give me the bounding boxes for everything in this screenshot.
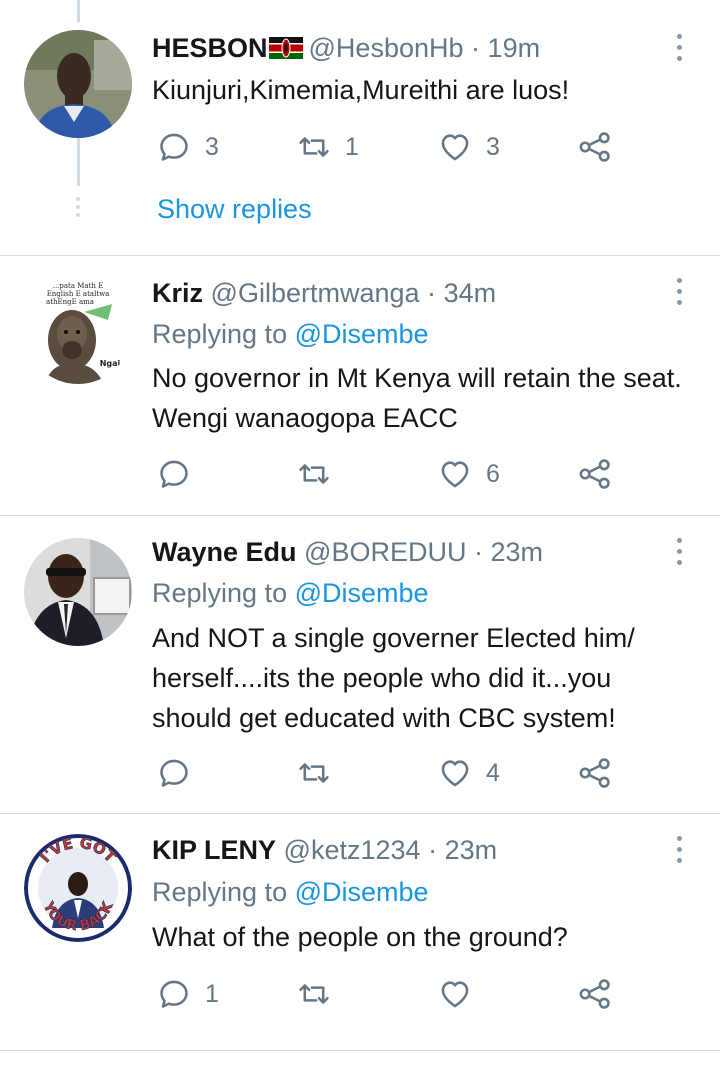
share-icon [579,132,610,162]
share-icon [579,758,610,788]
reply-icon [160,759,188,787]
separator-dot: · [427,278,437,308]
like-count: 4 [486,758,500,787]
more-icon[interactable] [676,278,684,308]
reply-button[interactable] [157,753,205,793]
more-icon[interactable] [676,538,684,568]
retweet-icon [299,984,329,1004]
kenya-flag-icon [268,34,303,59]
avatar-caption-line2: English E ataltwa [47,290,110,298]
avatar[interactable] [24,30,132,138]
separator-dot: · [471,33,481,63]
replying-to: Replying to @Disembe [152,577,429,609]
reply-button[interactable]: 1 [157,974,219,1014]
user-handle[interactable]: @Gilbertmwanga [211,278,420,308]
like-count: 3 [486,132,500,161]
replying-to: Replying to @Disembe [152,318,429,350]
share-button[interactable] [578,753,612,793]
replying-to-label: Replying to [152,877,295,907]
retweet-icon [299,464,329,484]
display-name[interactable]: Wayne Edu [152,537,297,567]
like-icon [441,461,469,488]
like-count: 6 [486,459,500,488]
like-button[interactable] [438,974,486,1014]
retweet-button[interactable]: 1 [297,127,359,167]
mention-link[interactable]: @Disembe [295,877,429,907]
retweet-icon [299,137,329,157]
retweet-button[interactable] [297,454,345,494]
avatar[interactable] [24,538,132,646]
retweet-count: 1 [345,132,359,161]
user-handle[interactable]: @HesbonHb [309,33,464,63]
timestamp[interactable]: 23m [445,835,498,865]
avatar-tag: Ngai [100,359,121,368]
divider [0,1050,720,1051]
reply-button[interactable] [157,454,205,494]
tweet-text: No governor in Mt Kenya will retain the … [152,363,682,433]
tweet-text: What of the people on the ground? [152,922,568,952]
like-icon [441,981,469,1008]
display-name[interactable]: Kriz [152,278,203,308]
more-icon[interactable] [676,836,684,866]
display-name[interactable]: KIP LENY [152,835,276,865]
reply-count: 3 [205,132,219,161]
tweet[interactable]: HESBON @HesbonHb · 19m Kiunjuri,Kimemia,M… [0,0,720,255]
timestamp[interactable]: 23m [491,537,544,567]
tweet-header: HESBON @HesbonHb · 19m [152,32,540,64]
mention-link[interactable]: @Disembe [295,319,429,349]
reply-button[interactable]: 3 [157,127,219,167]
show-replies-link[interactable]: Show replies [157,193,312,225]
tweet-actions: 6 [0,454,720,494]
tweet-actions: 4 [0,753,720,793]
user-handle[interactable]: @BOREDUU [304,537,466,567]
tweet-header: Wayne Edu @BOREDUU · 23m [152,536,543,568]
separator-dot: · [473,537,483,567]
share-button[interactable] [578,454,612,494]
like-icon [441,760,469,787]
avatar[interactable]: I'VE GOT YOUR BACK [24,834,132,942]
tweet-actions: 1 [0,974,720,1014]
timestamp[interactable]: 34m [444,278,497,308]
reply-icon [160,980,188,1008]
separator-dot: · [428,835,438,865]
like-button[interactable]: 3 [438,127,500,167]
share-button[interactable] [578,127,612,167]
tweet[interactable]: Wayne Edu @BOREDUU · 23m Replying to @Di… [0,516,720,813]
more-icon[interactable] [676,34,684,64]
tweet-header: KIP LENY @ketz1234 · 23m [152,834,497,866]
share-button[interactable] [578,974,612,1014]
avatar-caption-line3: athEngE ama [46,298,94,306]
tweet-actions: 3 1 3 [0,127,720,167]
like-button[interactable]: 6 [438,454,500,494]
display-name[interactable]: HESBON [152,33,268,63]
tweet-header: Kriz @Gilbertmwanga · 34m [152,277,496,309]
like-button[interactable]: 4 [438,753,500,793]
tweet[interactable]: I'VE GOT YOUR BACK KIP LENY @ketz1234 · … [0,814,720,1050]
retweet-icon [299,763,329,783]
tweet[interactable]: ...pata Math E English E ataltwa athEngE… [0,256,720,515]
retweet-button[interactable] [297,974,345,1014]
replying-to-label: Replying to [152,319,295,349]
like-icon [441,134,469,161]
share-icon [579,459,610,489]
avatar-caption-line1: ...pata Math E [53,282,104,290]
share-icon [579,979,610,1009]
replying-to: Replying to @Disembe [152,876,429,908]
reply-icon [160,133,188,161]
timestamp[interactable]: 19m [488,33,541,63]
reply-icon [160,460,188,488]
replying-to-label: Replying to [152,578,295,608]
tweet-text: And NOT a single governer Elected him/ h… [152,623,635,733]
mention-link[interactable]: @Disembe [295,578,429,608]
tweet-text: Kiunjuri,Kimemia,Mureithi are luos! [152,75,570,105]
avatar[interactable]: ...pata Math E English E ataltwa athEngE… [24,276,132,384]
user-handle[interactable]: @ketz1234 [284,835,421,865]
reply-count: 1 [205,979,219,1008]
retweet-button[interactable] [297,753,345,793]
